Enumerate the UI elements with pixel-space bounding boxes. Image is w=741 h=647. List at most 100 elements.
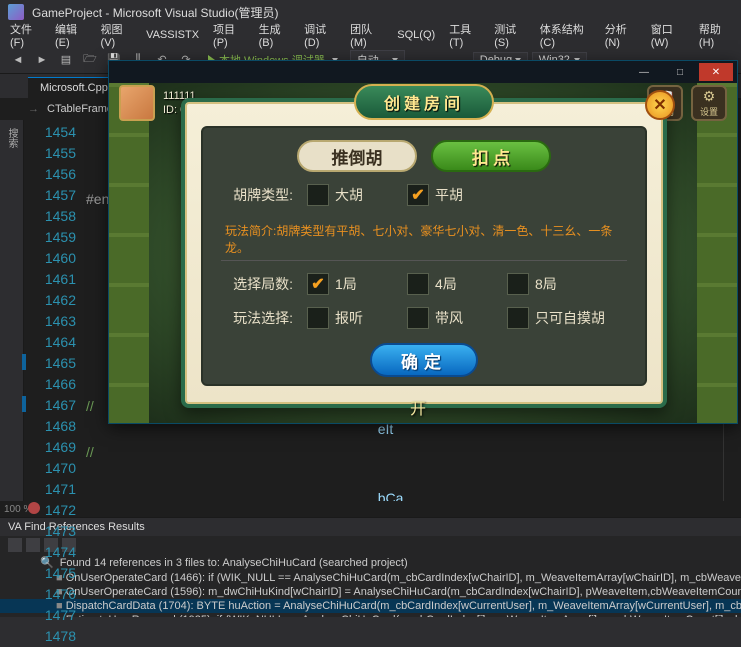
window-title: GameProject - Microsoft Visual Studio(管理… — [32, 4, 279, 21]
rounds-label: 选择局数: — [221, 274, 293, 294]
breakpoint-icon[interactable] — [28, 502, 40, 514]
dialog-body: 推倒胡 扣 点 胡牌类型: 大胡 平胡 玩法简介:胡牌类型有平胡、七小对、豪华七… — [201, 126, 647, 386]
mode-tabs: 推倒胡 扣 点 — [221, 140, 627, 172]
menu-bar: 文件(F) 编辑(E) 视图(V) VASSISTX 项目(P) 生成(B) 调… — [0, 24, 741, 46]
menu-sql[interactable]: SQL(Q) — [391, 27, 441, 43]
vs-logo-icon — [8, 4, 24, 20]
line-number: 1460 — [24, 248, 76, 269]
menu-window[interactable]: 窗口(W) — [645, 19, 691, 51]
line-number: 1474 — [24, 542, 76, 563]
menu-help[interactable]: 帮助(H) — [693, 19, 737, 51]
opt-pinghu: 平胡 — [435, 185, 463, 205]
close-button[interactable]: ✕ — [699, 63, 733, 81]
hu-type-label: 胡牌类型: — [221, 185, 293, 205]
player-avatar[interactable] — [119, 85, 155, 121]
settings-button[interactable]: ⚙设置 — [691, 85, 727, 121]
line-number: 1459 — [24, 227, 76, 248]
bamboo-decoration — [109, 83, 149, 423]
find-result-row[interactable]: ■ OnUserOperateCard (1466): if (WIK_NULL… — [0, 571, 741, 585]
gear-icon: ⚙ — [703, 88, 716, 105]
play-rule-label: 玩法选择: — [221, 308, 293, 328]
line-number: 1475 — [24, 563, 76, 584]
line-number: 1463 — [24, 311, 76, 332]
find-panel-title: VA Find References Results — [0, 518, 741, 536]
menu-vassist[interactable]: VASSISTX — [140, 27, 205, 43]
menu-analyze[interactable]: 分析(N) — [599, 19, 643, 51]
refresh-icon[interactable] — [8, 538, 22, 552]
dialog-title: 创建房间 — [354, 84, 494, 120]
open-file-icon[interactable]: 🗁 — [80, 50, 100, 70]
line-number: 1467 — [24, 395, 76, 416]
checkbox-pinghu[interactable] — [407, 184, 429, 206]
line-number: 1455 — [24, 143, 76, 164]
find-summary: 🔍 Found 14 references in 3 files to: Ana… — [0, 554, 741, 571]
line-number: 1470 — [24, 458, 76, 479]
hu-type-row: 胡牌类型: 大胡 平胡 — [221, 184, 627, 206]
dialog-close-button[interactable]: ✕ — [645, 90, 675, 120]
checkbox-daifeng[interactable] — [407, 307, 429, 329]
confirm-button[interactable]: 确定 — [370, 343, 478, 377]
find-references-panel: VA Find References Results 🔍 Found 14 re… — [0, 517, 741, 617]
checkbox-4round[interactable] — [407, 273, 429, 295]
find-result-row[interactable]: ■ EstimateUserRespond (1925): if (WIK_NU… — [0, 613, 741, 617]
line-number: 1476 — [24, 584, 76, 605]
find-result-row-selected[interactable]: ■ DispatchCardData (1704): BYTE huAction… — [0, 599, 741, 613]
line-number-gutter: 1454 1455 1456 1457 1458 1459 1460 1461 … — [24, 120, 86, 501]
bookmark-marker[interactable] — [22, 396, 26, 412]
menu-team[interactable]: 团队(M) — [344, 19, 389, 51]
checkbox-baoting[interactable] — [307, 307, 329, 329]
opt-baoting: 报听 — [335, 308, 363, 328]
player-id-label: ID: — [163, 104, 177, 116]
mode-tab-koudian[interactable]: 扣 点 — [431, 140, 551, 172]
menu-view[interactable]: 视图(V) — [95, 19, 139, 51]
line-number: 1457 — [24, 185, 76, 206]
opt-4round: 4局 — [435, 274, 457, 294]
mode-tab-tuidaohu[interactable]: 推倒胡 — [297, 140, 417, 172]
nav-fwd-icon[interactable]: ► — [32, 50, 52, 70]
line-number: 1478 — [24, 626, 76, 647]
opt-daifeng: 带风 — [435, 308, 463, 328]
play-rule-row: 玩法选择: 报听 带风 只可自摸胡 — [221, 307, 627, 329]
sidebar-search-label[interactable]: 搜索 — [4, 128, 19, 148]
checkbox-8round[interactable] — [507, 273, 529, 295]
line-number: 1461 — [24, 269, 76, 290]
line-number: 1454 — [24, 122, 76, 143]
game-child-window: — □ ✕ 疏影横斜 111111 ID: 000027 📖规则 ⚙设置 创建房… — [108, 60, 738, 424]
menu-arch[interactable]: 体系结构(C) — [534, 19, 597, 51]
rounds-row: 选择局数: 1局 4局 8局 — [221, 273, 627, 295]
menu-project[interactable]: 项目(P) — [207, 19, 251, 51]
minimize-button[interactable]: — — [627, 63, 661, 81]
opt-dahu: 大胡 — [335, 185, 363, 205]
create-room-dialog: 创建房间 ✕ 推倒胡 扣 点 胡牌类型: 大胡 平胡 玩法简介:胡牌类型有平胡、… — [181, 98, 667, 408]
bamboo-decoration — [697, 83, 737, 423]
rule-description: 玩法简介:胡牌类型有平胡、七小对、豪华七小对、清一色、十三幺、一条龙。 — [221, 218, 627, 261]
line-number: 1477 — [24, 605, 76, 626]
menu-tools[interactable]: 工具(T) — [443, 19, 486, 51]
menu-build[interactable]: 生成(B) — [253, 19, 297, 51]
nav-back-icon[interactable]: ◄ — [8, 50, 28, 70]
bookmark-marker[interactable] — [22, 354, 26, 370]
checkbox-dahu[interactable] — [307, 184, 329, 206]
checkbox-1round[interactable] — [307, 273, 329, 295]
line-number: 1469 — [24, 437, 76, 458]
new-file-icon[interactable]: ▤ — [56, 50, 76, 70]
line-number: 1473 — [24, 521, 76, 542]
nav-sep: → — [28, 103, 39, 115]
menu-file[interactable]: 文件(F) — [4, 19, 47, 51]
checkbox-zimo[interactable] — [507, 307, 529, 329]
opt-zimo: 只可自摸胡 — [535, 308, 605, 328]
find-result-row[interactable]: ■ OnUserOperateCard (1596): m_dwChiHuKin… — [0, 585, 741, 599]
bottom-banner: 开 — [410, 395, 436, 419]
line-number: 1468 — [24, 416, 76, 437]
child-titlebar: — □ ✕ — [109, 61, 737, 83]
find-toolbar — [0, 536, 741, 554]
line-number: 1466 — [24, 374, 76, 395]
opt-1round: 1局 — [335, 274, 357, 294]
maximize-button[interactable]: □ — [663, 63, 697, 81]
line-number: 1471 — [24, 479, 76, 500]
menu-debug[interactable]: 调试(D) — [298, 19, 342, 51]
menu-test[interactable]: 测试(S) — [488, 19, 532, 51]
line-number: 1458 — [24, 206, 76, 227]
menu-edit[interactable]: 编辑(E) — [49, 19, 93, 51]
opt-8round: 8局 — [535, 274, 557, 294]
